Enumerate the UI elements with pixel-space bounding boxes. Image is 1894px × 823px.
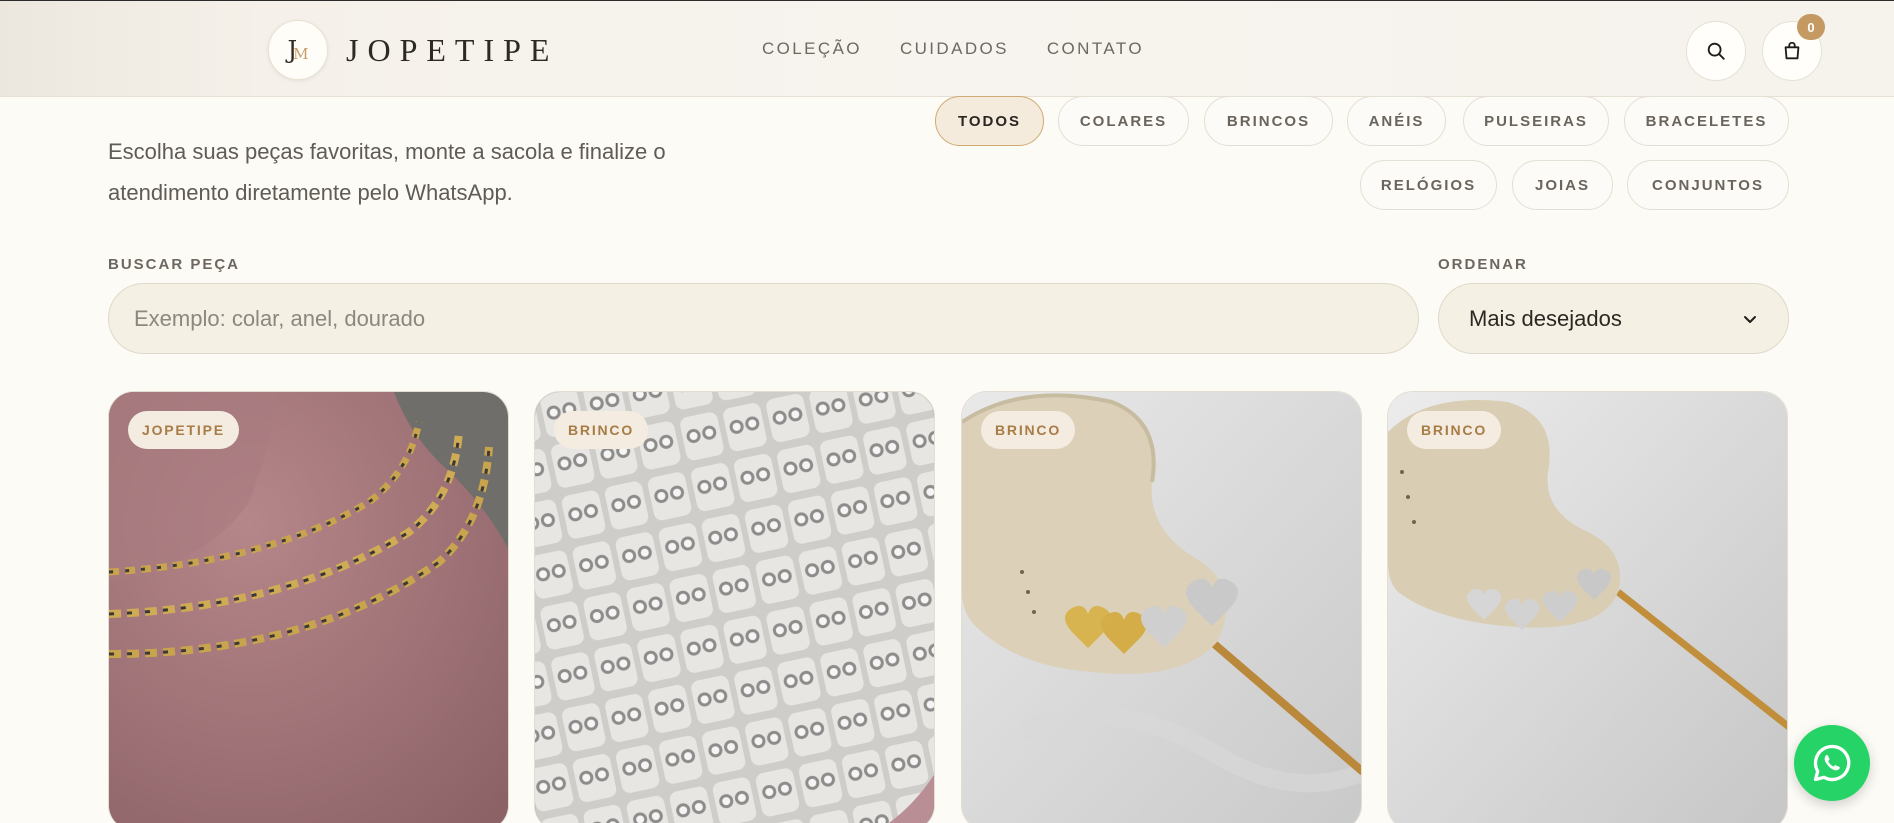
product-badge: BRINCO <box>554 411 649 449</box>
sort-label: ORDENAR <box>1438 256 1528 273</box>
cart-count-badge: 0 <box>1797 14 1825 40</box>
shopping-bag-icon <box>1784 41 1800 60</box>
product-image <box>109 392 508 823</box>
search-input[interactable] <box>108 283 1419 354</box>
search-button[interactable] <box>1686 21 1746 81</box>
product-badge: BRINCO <box>981 411 1076 449</box>
product-card[interactable]: JOPETIPE <box>108 391 509 823</box>
nav-contato[interactable]: CONTATO <box>1047 39 1144 59</box>
product-image <box>962 392 1361 823</box>
sort-selected-value: Mais desejados <box>1469 305 1622 331</box>
brand-name: JOPETIPE <box>346 31 559 68</box>
product-card[interactable]: BRINCO <box>1387 391 1788 823</box>
filter-chip-joias[interactable]: JOIAS <box>1512 160 1613 210</box>
filter-chip-relogios[interactable]: RELÓGIOS <box>1360 160 1497 210</box>
filter-chip-pulseiras[interactable]: PULSEIRAS <box>1463 96 1609 146</box>
product-badge: JOPETIPE <box>128 411 239 449</box>
product-card[interactable]: BRINCO <box>961 391 1362 823</box>
nav-colecao[interactable]: COLEÇÃO <box>762 39 862 59</box>
filter-chip-brincos[interactable]: BRINCOS <box>1204 96 1333 146</box>
intro-text: Escolha suas peças favoritas, monte a sa… <box>108 139 666 205</box>
monogram-logo: JM <box>268 20 328 80</box>
whatsapp-icon <box>1813 744 1851 782</box>
sort-select[interactable]: Mais desejados <box>1438 283 1789 354</box>
filter-chip-colares[interactable]: COLARES <box>1058 96 1189 146</box>
site-header: JM JOPETIPE COLEÇÃO CUIDADOS CONTATO <box>0 0 1894 97</box>
nav-cuidados[interactable]: CUIDADOS <box>900 39 1009 59</box>
product-card[interactable]: BRINCO <box>534 391 935 823</box>
search-label: BUSCAR PEÇA <box>108 256 241 273</box>
brand-logo-link[interactable]: JM JOPETIPE <box>268 20 558 80</box>
product-image <box>1388 392 1787 823</box>
filter-chip-aneis[interactable]: ANÉIS <box>1347 96 1446 146</box>
filter-chip-conjuntos[interactable]: CONJUNTOS <box>1627 160 1789 210</box>
search-icon <box>1707 42 1725 60</box>
filter-chip-braceletes[interactable]: BRACELETES <box>1624 96 1789 146</box>
product-image <box>535 392 934 823</box>
chevron-down-icon <box>1744 315 1756 323</box>
whatsapp-button[interactable] <box>1794 725 1870 801</box>
filter-chip-todos[interactable]: TODOS <box>935 96 1044 146</box>
main-nav: COLEÇÃO CUIDADOS CONTATO <box>762 39 1144 59</box>
product-badge: BRINCO <box>1407 411 1502 449</box>
